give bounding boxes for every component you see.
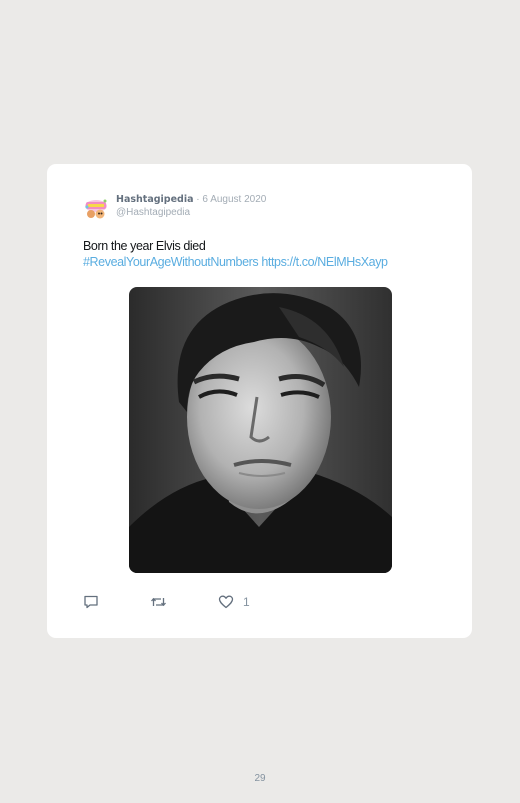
reply-icon	[84, 595, 98, 609]
like-count: 1	[243, 595, 250, 609]
tweet-text-line: Born the year Elvis died	[83, 239, 206, 253]
like-button[interactable]: 1	[218, 593, 250, 611]
reply-button[interactable]	[83, 593, 99, 611]
heart-icon	[218, 595, 234, 609]
tweet-text: Born the year Elvis died #RevealYourAgeW…	[83, 238, 443, 270]
retweet-icon	[151, 597, 166, 607]
tweet-date[interactable]: 6 August 2020	[202, 194, 266, 205]
author-handle[interactable]: @Hashtagipedia	[116, 207, 266, 219]
tweet-media-image[interactable]	[129, 287, 392, 573]
page-number: 29	[254, 773, 266, 784]
author-name[interactable]: Hashtagipedia	[116, 194, 194, 205]
hashtagipedia-logo-icon	[83, 195, 109, 221]
retweet-button[interactable]	[150, 593, 167, 611]
tweet-actions: 1	[83, 593, 333, 611]
hashtag-link[interactable]: #RevealYourAgeWithoutNumbers	[83, 255, 259, 269]
tweet-card: Hashtagipedia · 6 August 2020 @Hashtagip…	[47, 164, 472, 638]
tweet-header: Hashtagipedia · 6 August 2020 @Hashtagip…	[116, 194, 266, 219]
author-avatar[interactable]	[83, 195, 109, 221]
separator-dot: ·	[196, 194, 200, 205]
url-link[interactable]: https://t.co/NElMHsXayp	[261, 255, 388, 269]
portrait-image	[129, 287, 392, 573]
